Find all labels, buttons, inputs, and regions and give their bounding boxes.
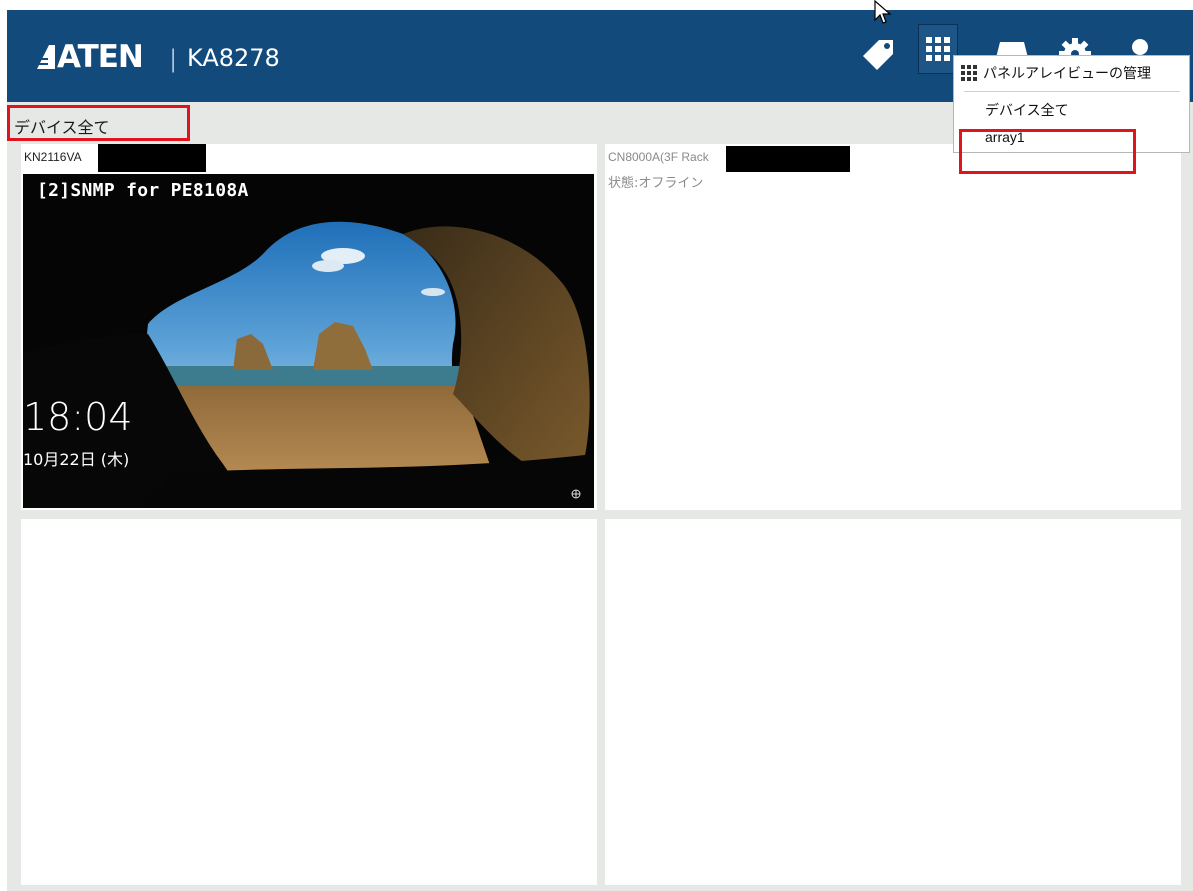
remote-screen-title: [2]SNMP for PE8108A bbox=[37, 180, 249, 201]
lock-screen-clock: 18:04 bbox=[23, 395, 133, 439]
device-model: KA8278 bbox=[187, 44, 280, 72]
lock-screen-date: 10月22日 (木) bbox=[23, 450, 130, 469]
device-panel[interactable]: CN8000A(3F Rack 状態:オフライン bbox=[605, 144, 1181, 510]
redaction-block bbox=[98, 144, 206, 172]
empty-panel[interactable] bbox=[21, 519, 597, 885]
network-icon bbox=[571, 489, 581, 499]
remote-screen-preview[interactable]: [2]SNMP for PE8108A 18:04 10月22日 (木) bbox=[23, 174, 594, 508]
device-panel[interactable]: KN2116VA [2]SNMP for PE8108A 18:04 10月22… bbox=[21, 144, 597, 510]
device-label: KN2116VA bbox=[24, 150, 82, 164]
empty-panel[interactable] bbox=[605, 519, 1181, 885]
manage-panel-array-item[interactable]: パネルアレイビューの管理 bbox=[954, 56, 1189, 90]
redaction-block bbox=[726, 146, 850, 172]
menu-item-all-devices[interactable]: デバイス全て bbox=[985, 100, 1069, 120]
aten-logo-mark bbox=[37, 41, 55, 73]
manage-panel-array-label: パネルアレイビューの管理 bbox=[983, 66, 1151, 82]
title-separator: | bbox=[169, 45, 178, 73]
dropdown-divider bbox=[964, 91, 1180, 92]
panel-array-small-icon bbox=[961, 65, 977, 81]
device-label: CN8000A(3F Rack bbox=[608, 150, 709, 164]
tag-icon[interactable] bbox=[859, 32, 899, 76]
logo-text: ATEN bbox=[57, 39, 144, 75]
app-window: ATEN | KA8278 デバイス全て KN2116VA [2]SNMP fo… bbox=[7, 10, 1193, 891]
array1-highlight bbox=[959, 129, 1136, 174]
device-status: 状態:オフライン bbox=[608, 176, 704, 191]
mouse-cursor-icon bbox=[874, 0, 892, 26]
aten-logo: ATEN bbox=[37, 38, 144, 76]
panel-array-icon[interactable] bbox=[918, 24, 958, 74]
breadcrumb[interactable]: デバイス全て bbox=[14, 114, 110, 138]
